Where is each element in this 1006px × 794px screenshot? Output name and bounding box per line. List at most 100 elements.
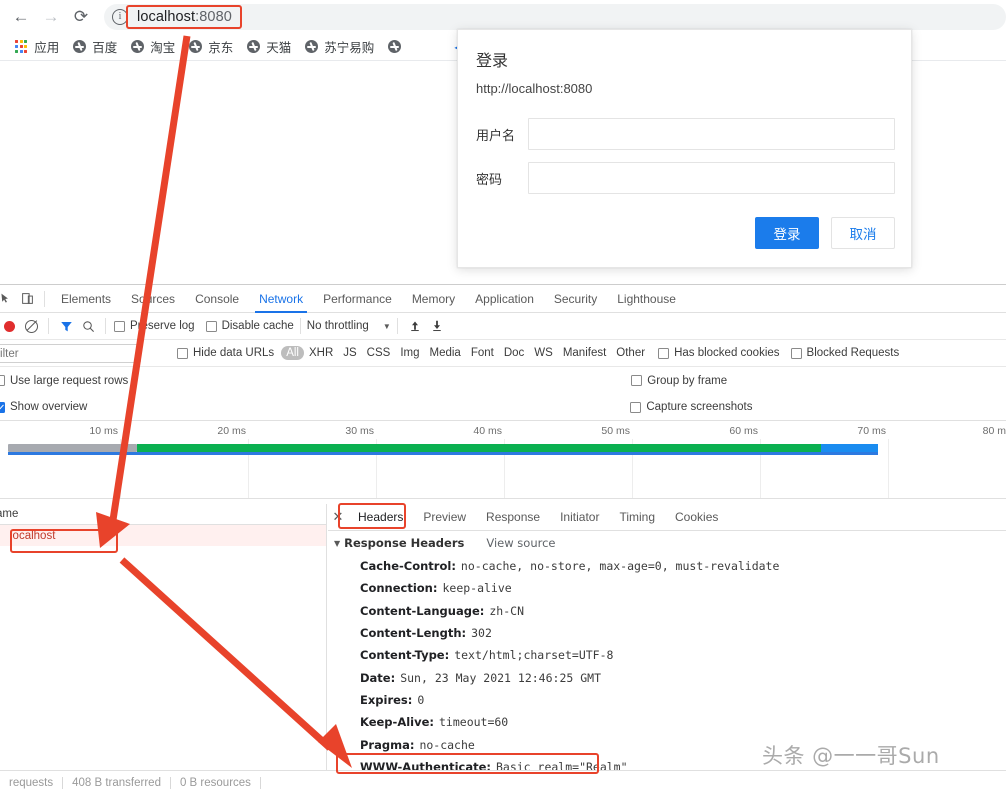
group-by-frame-checkbox[interactable] xyxy=(631,375,643,386)
tab-cookies[interactable]: Cookies xyxy=(665,510,728,524)
tab-sources[interactable]: Sources xyxy=(121,285,185,313)
bookmark-label: 苏宁易购 xyxy=(324,41,375,55)
password-input[interactable] xyxy=(528,162,895,194)
header-name: Cache-Control: xyxy=(360,559,456,574)
resource-type-css[interactable]: CSS xyxy=(362,346,396,360)
tab-console[interactable]: Console xyxy=(185,285,249,313)
resource-type-xhr[interactable]: XHR xyxy=(304,346,338,360)
tab-elements[interactable]: Elements xyxy=(51,285,121,313)
disable-cache-checkbox[interactable] xyxy=(205,320,217,332)
network-overview[interactable]: 10 ms 20 ms 30 ms 40 ms 50 ms 60 ms 70 m… xyxy=(0,421,1006,499)
resource-type-other[interactable]: Other xyxy=(611,346,650,360)
bookmark-label: 天猫 xyxy=(266,41,292,55)
header-name: Content-Length: xyxy=(360,626,467,641)
login-cancel-button[interactable]: 取消 xyxy=(831,217,895,249)
resource-type-img[interactable]: Img xyxy=(395,346,424,360)
overview-tick: 70 ms xyxy=(857,425,886,437)
use-large-request-rows-label: Use large request rows xyxy=(10,374,129,387)
device-toolbar-icon[interactable] xyxy=(16,288,38,310)
export-icon[interactable] xyxy=(426,315,448,337)
throttling-select[interactable]: No throttling xyxy=(307,320,369,332)
has-blocked-cookies-checkbox[interactable] xyxy=(658,347,670,359)
header-name: Keep-Alive: xyxy=(360,715,434,730)
divider xyxy=(105,318,106,334)
bookmark-partial[interactable] xyxy=(381,36,414,58)
resource-type-ws[interactable]: WS xyxy=(529,346,558,360)
tab-application[interactable]: Application xyxy=(465,285,544,313)
preserve-log-checkbox[interactable] xyxy=(114,320,125,332)
resource-type-media[interactable]: Media xyxy=(425,346,466,360)
close-icon[interactable]: ✕ xyxy=(328,509,348,525)
address-bar-url: localhost:8080 xyxy=(137,9,232,25)
bookmark-tmall[interactable]: 天猫 xyxy=(240,36,298,58)
blocked-requests-label: Blocked Requests xyxy=(806,347,900,359)
overview-tick: 10 ms xyxy=(89,425,118,437)
header-name: Connection: xyxy=(360,581,438,596)
bookmark-label: 淘宝 xyxy=(150,41,176,55)
status-requests: requests xyxy=(9,776,54,789)
username-input[interactable] xyxy=(528,118,895,150)
username-row: 用户名 xyxy=(476,118,895,150)
tab-memory[interactable]: Memory xyxy=(402,285,465,313)
header-value: text/html;charset=UTF-8 xyxy=(454,648,614,663)
chevron-down-icon[interactable]: ▼ xyxy=(383,322,391,331)
tab-lighthouse[interactable]: Lighthouse xyxy=(607,285,686,313)
url-port: :8080 xyxy=(195,8,232,25)
network-filter-row: Hide data URLs All XHR JS CSS Img Media … xyxy=(0,340,1006,367)
globe-icon xyxy=(73,40,87,53)
tab-timing[interactable]: Timing xyxy=(609,510,665,524)
globe-icon xyxy=(305,40,319,53)
inspect-element-icon[interactable] xyxy=(0,288,16,310)
login-submit-button[interactable]: 登录 xyxy=(755,217,819,249)
resource-type-manifest[interactable]: Manifest xyxy=(558,346,611,360)
bookmark-taobao[interactable]: 淘宝 xyxy=(124,36,182,58)
overview-tick: 60 ms xyxy=(729,425,758,437)
header-name: Content-Type: xyxy=(360,648,450,663)
header-row: Content-Language: zh-CN xyxy=(328,600,1006,622)
use-large-request-rows-checkbox[interactable] xyxy=(0,375,5,386)
table-row[interactable]: localhost xyxy=(0,525,326,546)
bookmark-suning[interactable]: 苏宁易购 xyxy=(298,36,381,58)
header-value: keep-alive xyxy=(442,581,512,596)
show-overview-checkbox[interactable] xyxy=(0,401,5,413)
resource-type-js[interactable]: JS xyxy=(338,346,361,360)
back-icon[interactable]: ← xyxy=(6,2,36,32)
request-column-header[interactable]: ame xyxy=(0,504,326,525)
resource-type-font[interactable]: Font xyxy=(466,346,499,360)
overview-tick: 80 m xyxy=(982,425,1006,437)
has-blocked-cookies-label: Has blocked cookies xyxy=(674,347,780,359)
hide-data-urls-checkbox[interactable] xyxy=(177,347,188,359)
resource-type-doc[interactable]: Doc xyxy=(499,346,529,360)
import-icon[interactable] xyxy=(404,315,426,337)
reload-icon[interactable]: ⟳ xyxy=(66,2,96,32)
tab-network[interactable]: Network xyxy=(249,285,313,313)
site-info-icon[interactable]: i xyxy=(112,8,128,25)
record-icon[interactable] xyxy=(0,315,20,337)
bookmark-baidu[interactable]: 百度 xyxy=(66,36,124,58)
clear-icon[interactable] xyxy=(20,315,42,337)
search-icon[interactable] xyxy=(77,315,99,337)
tab-performance[interactable]: Performance xyxy=(313,285,402,313)
tab-headers[interactable]: Headers xyxy=(348,510,413,524)
username-label: 用户名 xyxy=(476,128,516,144)
group-by-frame-label: Group by frame xyxy=(647,374,728,387)
tab-preview[interactable]: Preview xyxy=(413,510,476,524)
capture-screenshots-checkbox[interactable] xyxy=(630,401,642,413)
resource-type-all[interactable]: All xyxy=(281,346,304,360)
tab-security[interactable]: Security xyxy=(544,285,607,313)
overview-tick: 20 ms xyxy=(217,425,246,437)
filter-icon[interactable] xyxy=(55,315,77,337)
bookmark-label: 应用 xyxy=(34,41,60,55)
waterfall-download xyxy=(821,444,878,452)
tab-response[interactable]: Response xyxy=(476,510,550,524)
response-headers-section-header[interactable]: ▼ Response Headers View source xyxy=(328,531,1006,555)
tab-initiator[interactable]: Initiator xyxy=(550,510,609,524)
screenshot-root: ← → ⟳ i localhost:8080 应用 百度 淘宝 京东 天猫 苏宁… xyxy=(0,0,1006,794)
view-source-link[interactable]: View source xyxy=(486,536,555,550)
bookmark-apps[interactable]: 应用 xyxy=(8,36,66,58)
address-bar[interactable]: i localhost:8080 xyxy=(104,3,1006,30)
password-label: 密码 xyxy=(476,172,503,188)
filter-input[interactable] xyxy=(0,344,141,363)
blocked-requests-checkbox[interactable] xyxy=(790,347,802,359)
bookmark-jd[interactable]: 京东 xyxy=(182,36,240,58)
